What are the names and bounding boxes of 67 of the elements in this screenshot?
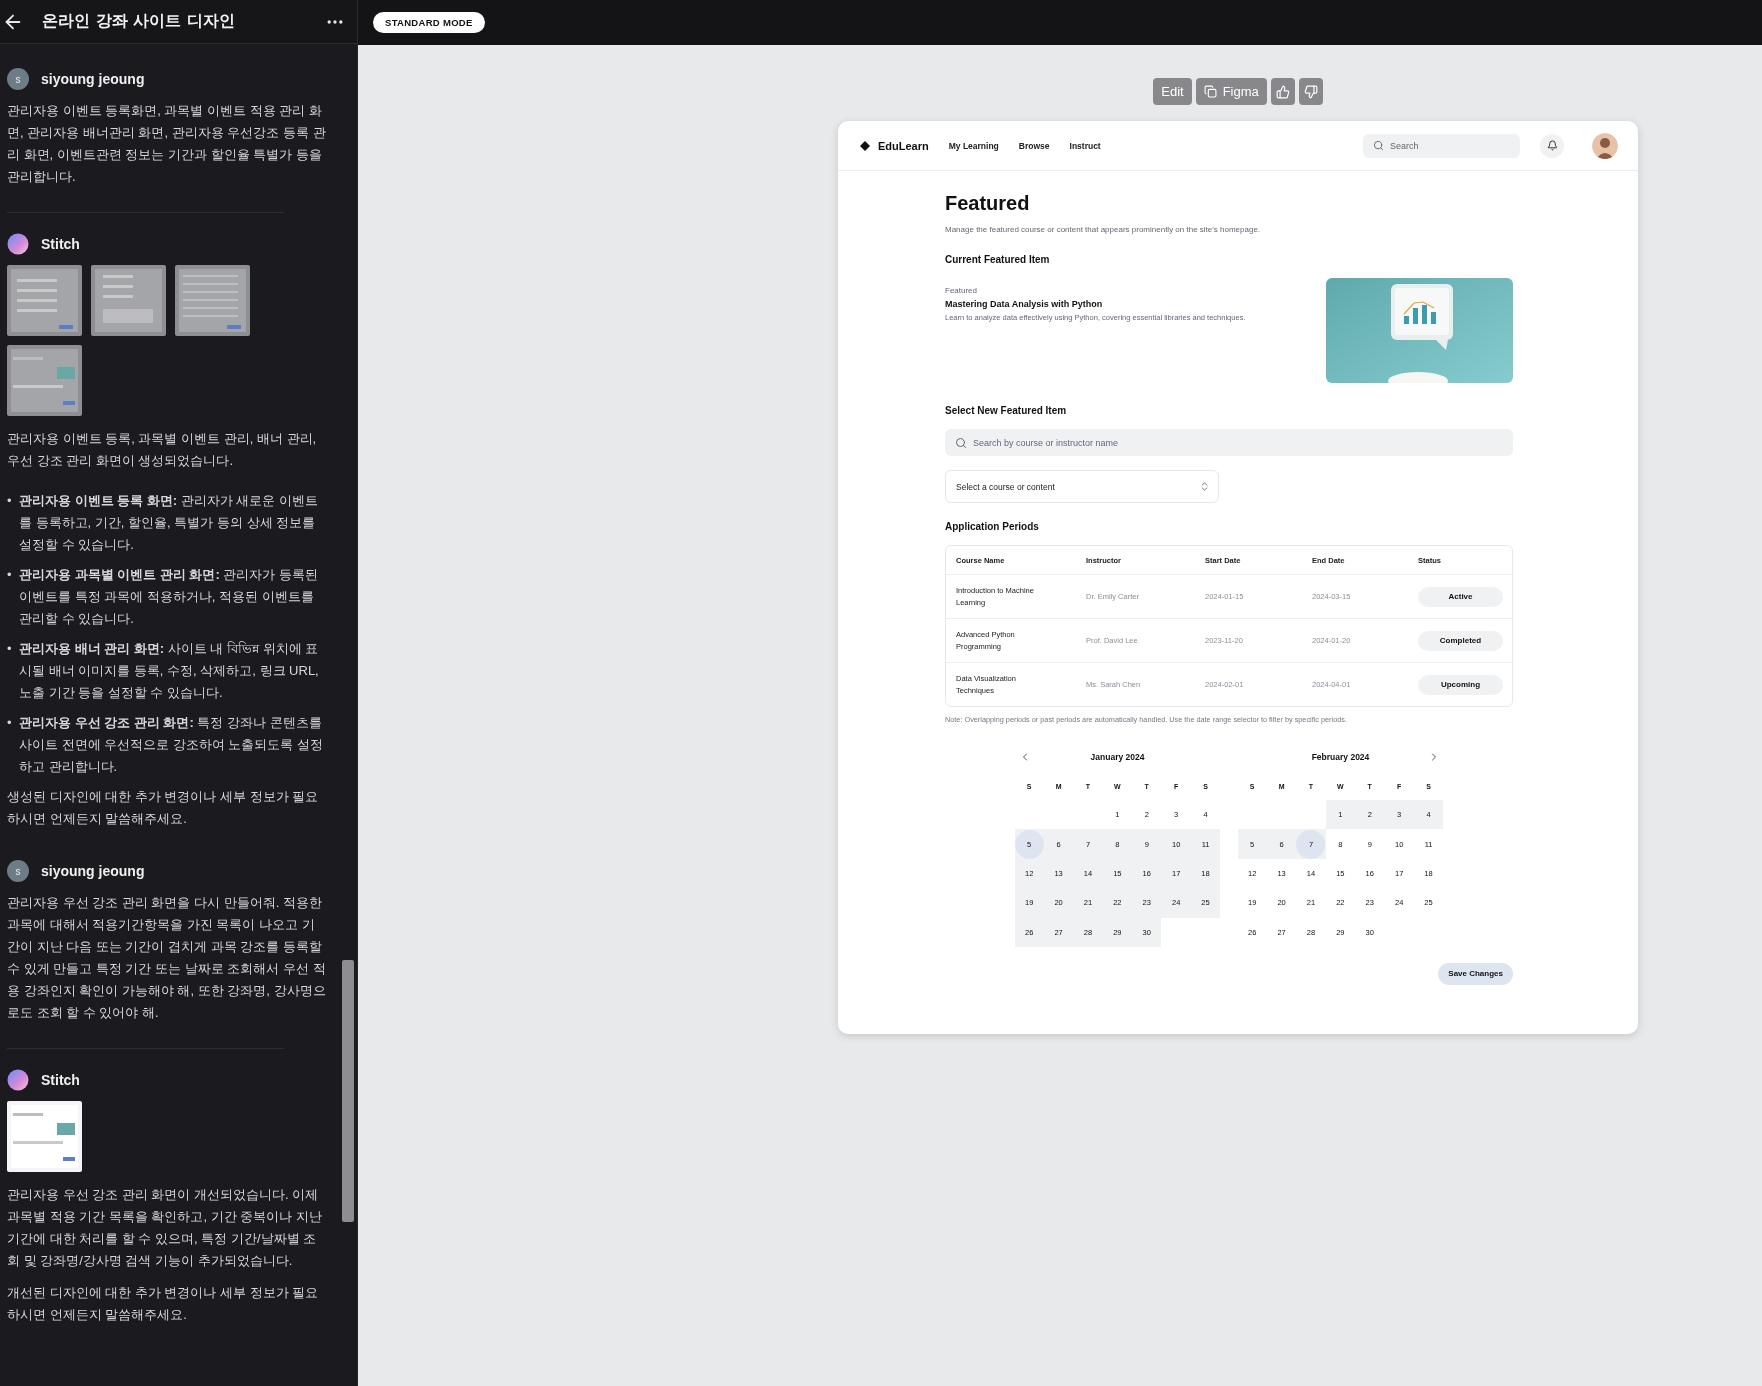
bell-icon [1546, 140, 1558, 151]
logo-icon [860, 140, 870, 151]
search-icon [1373, 140, 1384, 151]
status-pill: Upcoming [1418, 674, 1503, 695]
section-heading: Select New Featured Item [945, 405, 1068, 416]
stitch-avatar-icon [7, 233, 29, 255]
design-thumbnail[interactable] [7, 265, 82, 336]
chat-title: 온라인 강좌 사이트 디자인 [42, 11, 236, 32]
search-field[interactable]: Search by course or instructor name [945, 429, 1513, 456]
mode-badge[interactable]: STANDARD MODE [373, 12, 485, 33]
user-avatar: s [7, 68, 29, 90]
bullet-item: 관리자용 배너 관리 화면: 사이트 내 বিভিন্ন 위치에 표시될 배너 이미지를 등록, 수정, 삭제하고, 링크 URL, 노출 기간 등을 설정할 수 있습니다. [19, 640, 320, 702]
scrollbar-thumb[interactable] [342, 960, 354, 1222]
save-button[interactable]: Save Changes [1438, 962, 1513, 985]
message-text: 관리자용 이벤트 등록, 과목별 이벤트 관리, 배너 관리, 우선 강조 관리 화면이 생성되었습니다. [7, 430, 318, 470]
copy-icon [1203, 85, 1217, 98]
nav-link[interactable]: My Learning [948, 140, 999, 151]
bullet-marker: • [7, 640, 13, 658]
thumbs-down-icon [1303, 84, 1318, 99]
notification-button[interactable] [1540, 133, 1564, 158]
message-text: 개선된 디자인에 대한 추가 변경이나 세부 정보가 필요하시면 언제든지 말씀해주세요. [7, 1284, 320, 1324]
user-avatar: s [7, 860, 29, 882]
section-heading: Current Featured Item [945, 254, 1051, 265]
thumbs-up-icon [1275, 84, 1290, 99]
search-field[interactable]: Search [1363, 133, 1520, 158]
message-text: 관리자용 이벤트 등록화면, 과목별 이벤트 적용 관리 화면, 관리자용 배너관리 화면, 관리자용 우선강조 등록 관리 화면, 이벤트관련 정보는 기간과 할인율 특별가 등을 관리합니다. [7, 102, 327, 186]
design-thumbnail[interactable] [175, 265, 250, 336]
design-thumbnail[interactable] [91, 265, 166, 336]
status-pill: Active [1418, 586, 1503, 607]
month-title: January 2024 [1089, 752, 1146, 762]
brand-name: EduLearn [878, 139, 929, 152]
course-dropdown[interactable]: Select a course or content [945, 470, 1219, 503]
design-thumbnail[interactable] [7, 1101, 82, 1172]
avatar[interactable] [1592, 132, 1618, 159]
search-placeholder: Search by course or instructor name [973, 437, 1119, 448]
search-placeholder: Search [1390, 140, 1419, 151]
bullet-item: 관리자용 과목별 이벤트 관리 화면: 관리자가 등록된 이벤트를 특정 과목에 적용하거나, 적용된 이벤트를 관리할 수 있습니다. [19, 566, 319, 628]
bullet-item: 관리자용 우선 강조 관리 화면: 특정 강좌나 콘텐츠를 사이트 전면에 우선적으로 강조하여 노출되도록 설정하고 관리합니다. [19, 714, 325, 776]
design-thumbnail[interactable] [7, 345, 82, 416]
author-name: siyoung jeoung [41, 71, 145, 87]
bullet-marker: • [7, 492, 13, 510]
section-heading: Application Periods [945, 521, 1040, 532]
bullet-marker: • [7, 714, 13, 732]
message-text: 관리자용 우선 강조 관리 화면을 다시 만들어줘. 적용한 과목에 대해서 적용기간항목을 가진 목록이 나오고 기간이 지난 다음 또는 기간이 겹치게 과목 강조를 등록할 수 있게 만들고 특정 기간 또는 날짜로 조회해서 우선 적용 강좌인지 확인이 가능해야 해, 또한 강좌명, 강사명으로도 조회 할 수 있어야 해. [7, 894, 327, 1022]
page-subtitle: Manage the featured course or content that appears prominently on the site's homepage. [945, 225, 1262, 234]
thumbs-up-button[interactable] [1270, 78, 1295, 105]
status-pill: Completed [1418, 630, 1503, 651]
nav-link[interactable]: Instruct [1069, 140, 1101, 151]
author-name: Stitch [41, 236, 80, 252]
message-text: 생성된 디자인에 대한 추가 변경이나 세부 정보가 필요하시면 언제든지 말씀해주세요. [7, 788, 320, 828]
chevrons-icon [1199, 481, 1210, 492]
dropdown-placeholder: Select a course or content [956, 481, 1055, 492]
featured-title: Mastering Data Analysis with Python [945, 299, 1104, 309]
author-name: siyoung jeoung [41, 863, 145, 879]
page-title: Featured [945, 192, 1031, 215]
message-text: 관리자용 우선 강조 관리 화면이 개선되었습니다. 이제 과목별 적용 기간 목록을 확인하고, 기간 중복이나 지난 기간에 대한 처리를 할 수 있으며, 특정 기간/날짜별 조회 및 강좌명/강사명 검색 기능이 추가되었습니다. [7, 1186, 323, 1270]
bullet-item: 관리자용 이벤트 등록 화면: 관리자가 새로운 이벤트를 등록하고, 기간, 할인율, 특별가 등의 상세 정보를 설정할 수 있습니다. [19, 492, 319, 554]
search-icon [955, 436, 967, 449]
bullet-marker: • [7, 566, 13, 584]
month-title: February 2024 [1310, 752, 1371, 762]
thumbs-down-button[interactable] [1298, 78, 1323, 105]
stitch-avatar-icon [7, 1069, 29, 1091]
nav-link[interactable]: Browse [1018, 140, 1050, 151]
featured-tag: Featured [945, 286, 1265, 295]
author-name: Stitch [41, 1072, 80, 1088]
figma-button[interactable]: Figma [1195, 78, 1267, 105]
edit-button[interactable]: Edit [1153, 78, 1192, 105]
